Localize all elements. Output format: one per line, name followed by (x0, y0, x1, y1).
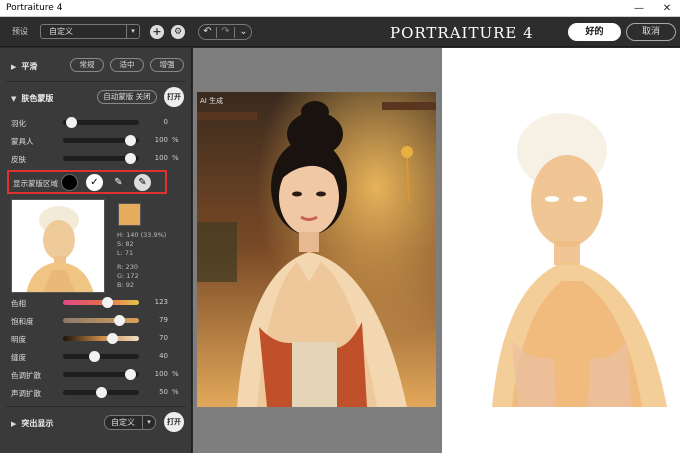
highlight-preset-select[interactable]: 自定义 ▾ (104, 415, 156, 430)
saturation-value: 79 (159, 316, 168, 324)
settings-button[interactable]: ⚙ (171, 25, 185, 39)
tone-spread-value: 50 (159, 388, 168, 396)
hue-spread-slider[interactable] (63, 369, 139, 380)
check-icon[interactable]: ✓ (86, 174, 103, 191)
ai-generated-badge: AI 生成 (200, 97, 224, 105)
smoothing-strong-button[interactable]: 增强 (150, 58, 184, 72)
expand-triangle-icon: ▶ (11, 63, 17, 71)
latitude-slider[interactable] (63, 351, 139, 362)
skin-value: 100 (154, 154, 168, 162)
latitude-label: 缝度 (11, 353, 26, 362)
mask-person-value: 100 (154, 136, 168, 144)
slider-knob[interactable] (65, 117, 77, 128)
preset-value: 自定义 (49, 27, 73, 36)
mask-person-slider[interactable] (63, 135, 139, 146)
brightness-value: 70 (159, 334, 168, 342)
plus-icon: + (152, 25, 162, 38)
chevron-down-icon: ▾ (126, 25, 139, 38)
minimize-button[interactable]: — (630, 2, 648, 15)
tone-spread-unit: % (172, 388, 179, 396)
skin-unit: % (172, 154, 179, 162)
smoothing-medium-button[interactable]: 适中 (110, 58, 144, 72)
highlight-preset-value: 自定义 (111, 418, 135, 427)
tone-spread-label: 声调扩散 (11, 389, 41, 398)
saturation-label: 饱和度 (11, 317, 34, 326)
section-skin-mask-title: 肤色蒙版 (21, 94, 54, 103)
latitude-value: 40 (159, 352, 168, 360)
slider-knob[interactable] (125, 135, 137, 146)
mask-preview-image[interactable] (492, 101, 670, 407)
eyedropper-icon[interactable]: ✎ (110, 174, 127, 191)
hue-label: 色相 (11, 299, 26, 308)
auto-mask-button[interactable]: 自动蒙版 关闭 (97, 90, 157, 104)
tone-spread-slider[interactable] (63, 387, 139, 398)
slider-knob[interactable] (125, 369, 137, 380)
lightness-readout: L: 71 (117, 249, 134, 257)
eyedropper-plus-icon[interactable]: ✎ (134, 174, 151, 191)
feather-value: 0 (163, 118, 168, 126)
close-button[interactable]: ✕ (658, 2, 676, 15)
red-readout: R: 230 (117, 263, 138, 271)
top-toolbar: 预设 自定义 ▾ + ⚙ ↶ ↷ ⌄ PORTRAITURE 4 好的 取消 (0, 17, 680, 47)
sampled-color-chip (118, 203, 141, 226)
hue-spread-label: 色调扩散 (11, 371, 41, 380)
section-smoothing[interactable]: ▶ 平滑 (11, 61, 37, 72)
hue-slider[interactable] (63, 297, 139, 308)
section-smoothing-title: 平滑 (21, 62, 38, 71)
preset-select[interactable]: 自定义 ▾ (40, 24, 140, 39)
app-brand: PORTRAITURE 4 (390, 24, 534, 42)
brightness-label: 明度 (11, 335, 26, 344)
redo-icon[interactable]: ↷ (217, 26, 234, 37)
hue-value: 123 (154, 298, 168, 306)
feather-slider[interactable] (63, 117, 139, 128)
skin-slider[interactable] (63, 153, 139, 164)
slider-knob[interactable] (102, 297, 113, 308)
section-highlight-title: 突出显示 (21, 419, 54, 428)
mask-preview-thumbnail[interactable] (11, 199, 105, 293)
window-title: Portraiture 4 (6, 3, 63, 13)
slider-knob[interactable] (89, 351, 100, 362)
chevron-down-icon: ▾ (142, 416, 155, 429)
gear-icon: ⚙ (173, 27, 183, 37)
history-controls: ↶ ↷ ⌄ (198, 24, 252, 40)
original-photo[interactable] (197, 92, 436, 407)
black-mask-swatch[interactable] (61, 174, 78, 191)
blue-readout: B: 92 (117, 281, 134, 289)
show-mask-row: 显示蒙版区域 ✓ ✎ ✎ (7, 170, 167, 194)
ok-button[interactable]: 好的 (568, 23, 621, 41)
divider (6, 406, 186, 407)
history-dropdown-icon[interactable]: ⌄ (235, 26, 252, 37)
undo-icon[interactable]: ↶ (199, 26, 216, 37)
highlight-toggle[interactable]: 打开 (164, 412, 184, 432)
skin-mask-toggle[interactable]: 打开 (164, 87, 184, 107)
saturation-readout: S: 82 (117, 240, 134, 248)
collapse-triangle-icon: ▼ (11, 95, 17, 103)
hue-spread-unit: % (172, 370, 179, 378)
slider-knob[interactable] (95, 387, 107, 398)
divider (6, 81, 186, 82)
green-readout: G: 172 (117, 272, 139, 280)
mask-person-label: 蒙具人 (11, 137, 34, 146)
preset-label: 预设 (12, 27, 28, 36)
slider-knob[interactable] (107, 333, 119, 344)
feather-label: 羽化 (11, 119, 26, 128)
mask-person-unit: % (172, 136, 179, 144)
slider-knob[interactable] (113, 315, 125, 326)
skin-label: 皮肤 (11, 155, 26, 164)
control-panel: ▶ 平滑 常规 适中 增强 ▼ 肤色蒙版 自动蒙版 关闭 打开 羽化 0 蒙具人 1… (0, 48, 192, 453)
brightness-slider[interactable] (63, 333, 139, 344)
hue-spread-value: 100 (154, 370, 168, 378)
hue-readout: H: 140 (33.9%) (117, 231, 167, 239)
title-bar: Portraiture 4 — ✕ (0, 0, 680, 17)
smoothing-normal-button[interactable]: 常规 (70, 58, 104, 72)
cancel-button[interactable]: 取消 (626, 23, 676, 41)
add-preset-button[interactable]: + (150, 25, 164, 39)
show-mask-label: 显示蒙版区域 (13, 179, 58, 188)
section-highlight[interactable]: ▶ 突出显示 (11, 418, 53, 429)
saturation-slider[interactable] (63, 315, 139, 326)
expand-triangle-icon: ▶ (11, 420, 17, 428)
slider-knob[interactable] (125, 153, 137, 164)
section-skin-mask[interactable]: ▼ 肤色蒙版 (11, 93, 53, 104)
